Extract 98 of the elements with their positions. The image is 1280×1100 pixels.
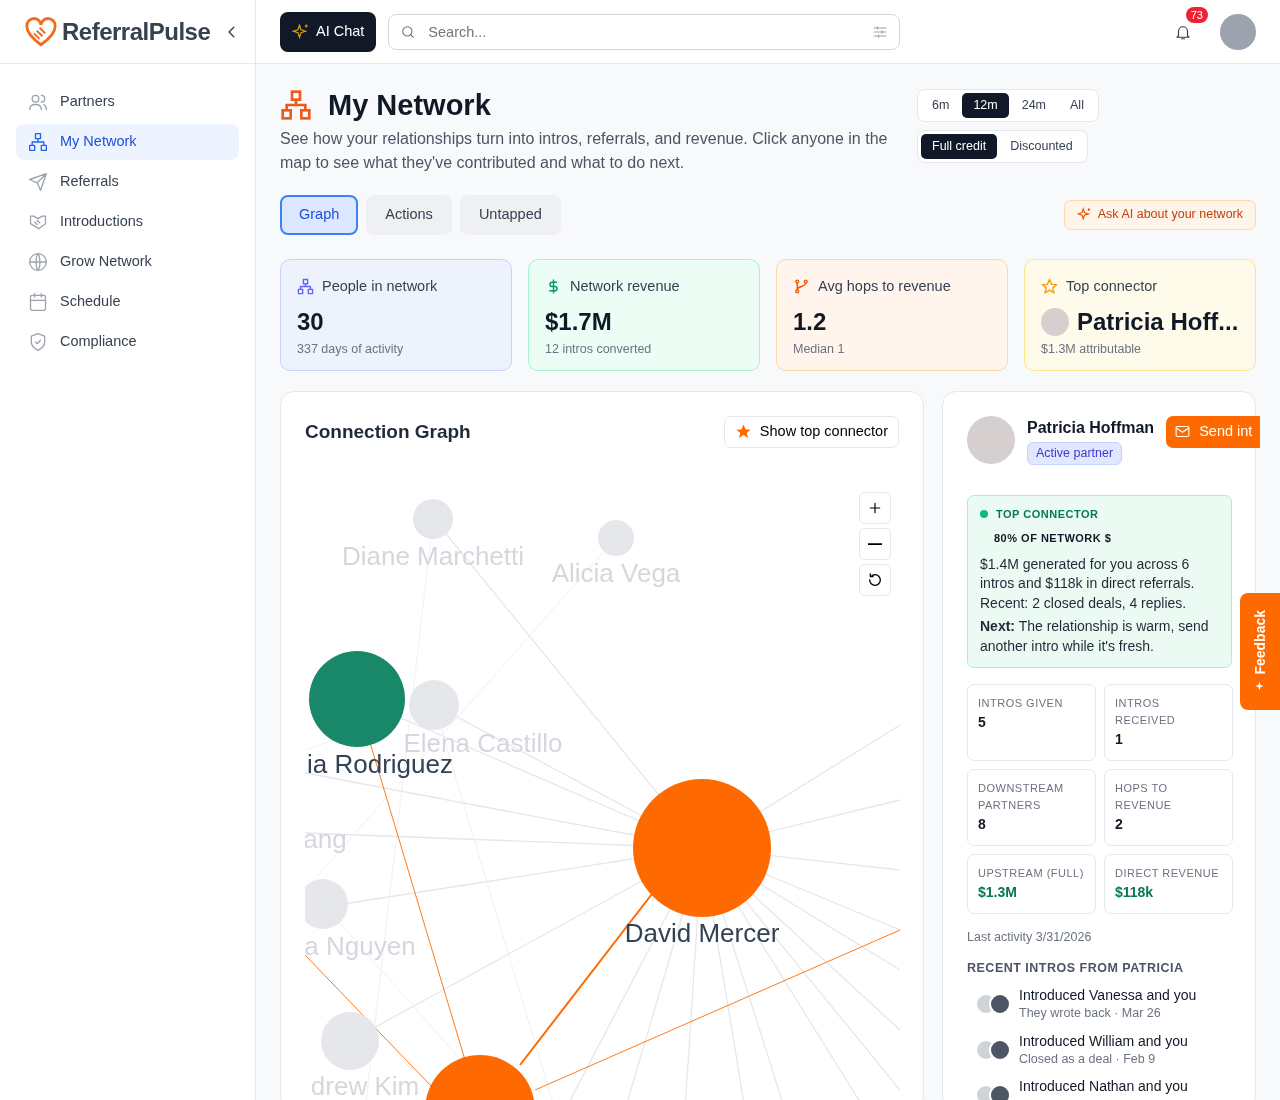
reset-view-button[interactable]	[859, 563, 891, 596]
partner-name: Patricia Hoffman	[1027, 417, 1155, 438]
graph-title: Connection Graph	[305, 419, 471, 444]
graph-node[interactable]	[425, 1054, 535, 1100]
stat-value: Patricia Hoff...	[1077, 306, 1239, 337]
reset-icon	[867, 571, 883, 588]
intro-title: Introduced Vanessa and you	[1019, 987, 1197, 1005]
calendar-icon	[28, 292, 48, 312]
graph-node[interactable]	[413, 498, 453, 539]
status-dot-icon	[980, 509, 988, 518]
sidebar-item[interactable]: Referrals	[16, 164, 239, 200]
intro-title: Introduced Nathan and you	[1019, 1078, 1188, 1096]
graph-node[interactable]	[321, 1011, 379, 1070]
view-tab[interactable]: Untapped	[459, 194, 561, 235]
page-description: See how your relationships turn into intros, referrals, and revenue. Click anyone in the map to see what they've contributed and what to do next.	[280, 128, 889, 173]
users-icon	[28, 92, 48, 112]
zoom-out-button[interactable]	[859, 527, 891, 560]
sidebar-item[interactable]: Introductions	[16, 204, 239, 240]
network-icon	[297, 278, 314, 296]
intro-meta: They wrote back · Mar 26	[1019, 1005, 1162, 1023]
metric-label: UPSTREAM (FULL)	[978, 865, 1085, 881]
metric-label: HOPS TO REVENUE	[1115, 780, 1173, 813]
ask-ai-button[interactable]: Ask AI about your network	[1063, 199, 1256, 230]
stat-label: Network revenue	[570, 276, 680, 296]
metric-value: 8	[978, 814, 987, 834]
insight-summary: $1.4M generated for you across 6 intros and $118k in direct referrals. Recent: 2 closed deals, 4 replies.	[980, 554, 1196, 613]
avatar	[967, 415, 1015, 464]
metric-value: $1.3M	[978, 882, 1018, 902]
period-option[interactable]: 24m	[1010, 93, 1058, 118]
plus-icon	[868, 500, 882, 515]
stat-value: $1.7M	[545, 306, 612, 337]
show-top-connector-button[interactable]: Show top connector	[723, 415, 899, 448]
brand-name: ReferralPulse	[62, 16, 211, 47]
heart-logo-icon	[24, 14, 58, 49]
stat-note: Median 1	[793, 340, 846, 358]
metric-value: 5	[978, 712, 987, 732]
sidebar-item[interactable]: Compliance	[16, 324, 239, 360]
sidebar-item[interactable]: Schedule	[16, 284, 239, 320]
filter-sliders-icon[interactable]	[872, 23, 889, 40]
avatar	[1041, 307, 1069, 336]
star-icon	[1041, 278, 1058, 296]
stat-value: 30	[297, 306, 324, 337]
graph-node[interactable]	[305, 878, 348, 929]
bell-icon[interactable]	[1174, 23, 1192, 42]
intro-meta: Closed as a deal · Feb 9	[1019, 1050, 1157, 1068]
stat-label: People in network	[322, 276, 438, 296]
stat-note: 12 intros converted	[545, 340, 653, 358]
credit-mode-option[interactable]: Discounted	[999, 133, 1084, 159]
ai-chat-button[interactable]: AI Chat	[280, 11, 377, 52]
stat-label: Avg hops to revenue	[818, 276, 951, 296]
metric-value: $118k	[1115, 882, 1155, 902]
star-icon	[734, 423, 752, 441]
globe-icon	[28, 252, 48, 272]
period-option[interactable]: All	[1059, 93, 1095, 118]
graph-node[interactable]	[309, 650, 405, 747]
network-share: 80% OF NETWORK $	[993, 531, 1113, 547]
search-field[interactable]: Search...	[388, 13, 901, 50]
stat-note: 337 days of activity	[297, 340, 405, 358]
sidebar-item[interactable]: Partners	[16, 84, 239, 120]
graph-node[interactable]	[409, 679, 459, 730]
paper-plane-icon	[28, 172, 48, 192]
credit-mode-option[interactable]: Full credit	[921, 133, 998, 159]
node-label: David Mercer	[624, 917, 780, 948]
graph-node[interactable]	[598, 519, 634, 556]
branch-icon	[793, 278, 810, 296]
stat-value: 1.2	[793, 306, 827, 337]
metric-label: INTROS GIVEN	[978, 695, 1064, 711]
period-option[interactable]: 12m	[962, 93, 1009, 118]
metric-label: DIRECT REVENUE	[1115, 865, 1220, 881]
notification-count: 73	[1185, 6, 1208, 23]
network-icon	[280, 89, 312, 122]
section-heading: RECENT INTROS FROM PATRICIA	[967, 959, 1185, 977]
insight-tag: TOP CONNECTOR	[996, 505, 1099, 523]
search-icon	[400, 23, 417, 40]
intro-title: Introduced William and you	[1019, 1032, 1188, 1050]
period-option[interactable]: 6m	[921, 93, 961, 118]
shield-icon	[28, 332, 48, 352]
status-label: Active partner	[1027, 441, 1123, 465]
metric-label: INTROS RECEIVED	[1115, 695, 1177, 728]
user-avatar[interactable]	[1220, 13, 1256, 50]
metric-value: 2	[1115, 814, 1124, 834]
zoom-in-button[interactable]	[859, 491, 891, 524]
page-title: My Network	[328, 88, 491, 123]
metric-label: DOWNSTREAM PARTNERS	[978, 780, 1065, 813]
graph-node[interactable]	[633, 778, 771, 917]
last-activity: Last activity 3/31/2026	[967, 928, 1093, 946]
stat-label: Top connector	[1066, 276, 1158, 296]
sidebar-item[interactable]: Grow Network	[16, 244, 239, 280]
sidebar-item[interactable]: My Network	[16, 124, 239, 160]
sparkle-icon	[1076, 207, 1092, 223]
sparkle-icon	[292, 22, 310, 41]
network-icon	[28, 132, 48, 152]
metric-value: 1	[1115, 729, 1124, 749]
minus-icon	[868, 542, 882, 545]
next-step-text: Next: The relationship is warm, send another intro while it's fresh.	[980, 617, 1210, 656]
stat-note: $1.3M attributable	[1041, 340, 1143, 358]
view-tab[interactable]: Actions	[366, 194, 452, 235]
view-tab[interactable]: Graph	[280, 194, 359, 235]
